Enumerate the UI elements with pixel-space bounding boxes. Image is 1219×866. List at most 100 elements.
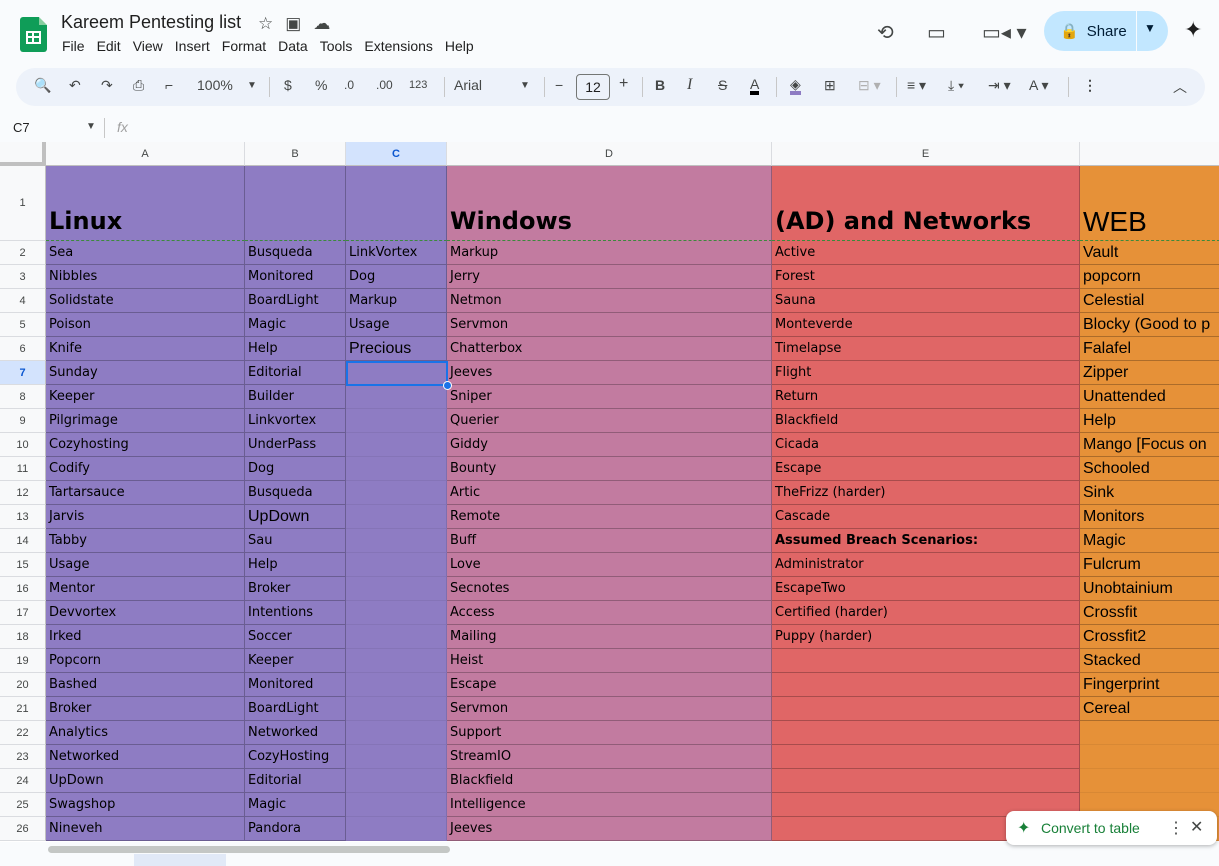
cell[interactable]: Pandora [245, 817, 346, 841]
cell[interactable] [346, 793, 447, 817]
cell[interactable]: Netmon [447, 289, 772, 313]
cell[interactable] [346, 166, 447, 241]
column-category-header[interactable]: (AD) and Networks [772, 166, 1080, 241]
cell[interactable]: Busqueda [245, 241, 346, 265]
decrease-decimal-button[interactable]: .0 [344, 78, 354, 92]
name-box[interactable]: C7 [13, 120, 30, 135]
cell[interactable]: Help [245, 553, 346, 577]
cell[interactable]: Networked [46, 745, 245, 769]
row-header[interactable]: 11 [0, 457, 46, 481]
cell[interactable] [346, 505, 447, 529]
convert-to-table-chip[interactable]: ✦ Convert to table ⋮ ✕ [1006, 811, 1217, 845]
menu-insert[interactable]: Insert [175, 38, 216, 54]
cell[interactable] [346, 649, 447, 673]
cell[interactable]: LinkVortex [346, 241, 447, 265]
menu-data[interactable]: Data [278, 38, 314, 54]
vertical-align-icon[interactable]: ⤓ ▾ [948, 77, 964, 94]
row-header[interactable]: 15 [0, 553, 46, 577]
spreadsheet-grid[interactable]: A B C D E 1 2 3 4 5 6 7 8 9 10 11 12 13 14 15 16 17 18 19 20 21 22… [0, 142, 1219, 842]
cell[interactable]: Bounty [447, 457, 772, 481]
cell[interactable] [346, 601, 447, 625]
cell[interactable]: popcorn [1080, 265, 1219, 289]
cell[interactable]: Heist [447, 649, 772, 673]
column-header[interactable] [1080, 142, 1219, 166]
row-header[interactable]: 7 [0, 361, 46, 385]
cell[interactable]: Crossfit [1080, 601, 1219, 625]
column-header[interactable]: A [46, 142, 245, 166]
increase-decimal-button[interactable]: .00 [376, 78, 393, 92]
cell[interactable]: Keeper [46, 385, 245, 409]
cell[interactable]: Keeper [245, 649, 346, 673]
cell[interactable]: Help [245, 337, 346, 361]
cell[interactable]: Editorial [245, 361, 346, 385]
cell[interactable]: Devvortex [46, 601, 245, 625]
row-header[interactable]: 25 [0, 793, 46, 817]
more-formats-button[interactable]: 123 [409, 79, 427, 91]
increase-font-size-icon[interactable]: + [619, 75, 628, 93]
cell[interactable] [245, 166, 346, 241]
cell[interactable]: Soccer [245, 625, 346, 649]
borders-icon[interactable]: ⊞ [824, 77, 836, 94]
cell[interactable]: Active [772, 241, 1080, 265]
cell[interactable]: Love [447, 553, 772, 577]
percent-format-button[interactable]: % [315, 77, 327, 93]
cell[interactable]: Jeeves [447, 817, 772, 841]
print-icon[interactable]: ⎙ [133, 77, 144, 94]
cell[interactable]: Precious [346, 337, 447, 361]
cell[interactable] [346, 409, 447, 433]
cell[interactable]: Sunday [46, 361, 245, 385]
menu-extensions[interactable]: Extensions [364, 38, 438, 54]
convert-to-table-label[interactable]: Convert to table [1041, 820, 1140, 836]
row-header[interactable]: 23 [0, 745, 46, 769]
menu-view[interactable]: View [133, 38, 169, 54]
cell[interactable]: Bashed [46, 673, 245, 697]
bold-icon[interactable]: B [655, 77, 665, 93]
text-color-icon[interactable]: A [750, 77, 760, 95]
cell[interactable]: Markup [447, 241, 772, 265]
cell[interactable]: Remote [447, 505, 772, 529]
cell[interactable]: Dog [245, 457, 346, 481]
cell[interactable] [346, 433, 447, 457]
comments-icon[interactable]: ▭ [927, 20, 946, 45]
column-header[interactable]: B [245, 142, 346, 166]
cell[interactable]: Sea [46, 241, 245, 265]
cell[interactable]: Flight [772, 361, 1080, 385]
row-header[interactable]: 24 [0, 769, 46, 793]
cell[interactable]: Usage [346, 313, 447, 337]
row-header[interactable]: 17 [0, 601, 46, 625]
row-header[interactable]: 1 [0, 166, 46, 241]
zoom-caret-icon[interactable]: ▼ [247, 80, 257, 91]
cell[interactable]: Escape [772, 457, 1080, 481]
version-history-icon[interactable]: ⟲ [877, 20, 894, 45]
cell[interactable]: Celestial [1080, 289, 1219, 313]
cell[interactable] [346, 385, 447, 409]
cell[interactable]: Blocky (Good to p [1080, 313, 1219, 337]
cell[interactable]: Sauna [772, 289, 1080, 313]
font-size-input[interactable]: 12 [576, 74, 610, 100]
cell[interactable]: Sink [1080, 481, 1219, 505]
cell[interactable] [346, 529, 447, 553]
cell[interactable]: BoardLight [245, 289, 346, 313]
italic-icon[interactable]: I [687, 76, 692, 94]
cell[interactable] [346, 769, 447, 793]
meet-icon[interactable]: ▭◂ ▾ [982, 20, 1027, 45]
cell[interactable]: Mango [Focus on [1080, 433, 1219, 457]
cell[interactable]: Magic [1080, 529, 1219, 553]
row-header[interactable]: 14 [0, 529, 46, 553]
star-icon[interactable]: ☆ [258, 14, 273, 34]
zoom-select[interactable]: 100% [197, 77, 233, 93]
cell[interactable] [772, 769, 1080, 793]
redo-icon[interactable]: ↷ [101, 77, 113, 94]
cell[interactable]: Zipper [1080, 361, 1219, 385]
cell[interactable] [346, 817, 447, 841]
row-header[interactable]: 9 [0, 409, 46, 433]
column-category-header[interactable]: Windows [447, 166, 772, 241]
sheet-tab[interactable] [134, 854, 226, 866]
cell[interactable]: Buff [447, 529, 772, 553]
undo-icon[interactable]: ↶ [69, 77, 81, 94]
row-header[interactable]: 8 [0, 385, 46, 409]
share-dropdown-icon[interactable]: ▼ [1144, 21, 1156, 35]
cell[interactable]: Popcorn [46, 649, 245, 673]
cell[interactable]: Codify [46, 457, 245, 481]
row-header[interactable]: 5 [0, 313, 46, 337]
